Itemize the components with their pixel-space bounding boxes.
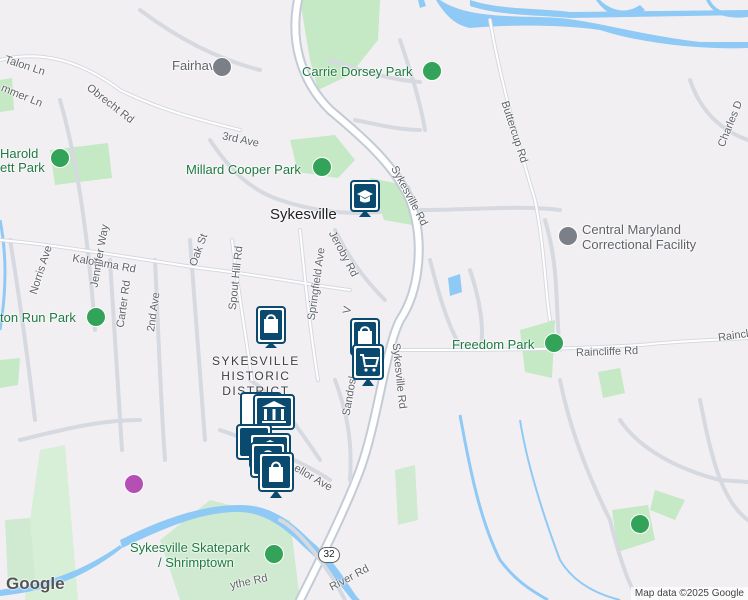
- poi-label-harold-2[interactable]: ett Park: [0, 160, 45, 175]
- school-icon: [350, 180, 380, 217]
- poi-label-millard-cooper-park[interactable]: Millard Cooper Park: [186, 162, 301, 177]
- shopping-cart-icon: [352, 344, 384, 386]
- school-pin[interactable]: [350, 180, 380, 217]
- poi-label-central-maryland-1[interactable]: Central Maryland: [582, 222, 681, 237]
- district-line-1: SYKESVILLE: [212, 354, 300, 368]
- place-of-worship-icon[interactable]: [212, 57, 232, 77]
- park-tree-icon[interactable]: [312, 157, 332, 177]
- grocery-pin[interactable]: [352, 344, 384, 386]
- town-label: Sykesville: [270, 206, 337, 223]
- store-pin-1[interactable]: [256, 306, 286, 348]
- route-32-shield: 32: [318, 547, 340, 563]
- sports-field-icon[interactable]: [630, 514, 650, 534]
- google-logo[interactable]: Google: [6, 574, 65, 594]
- bank-pin-1[interactable]: [240, 392, 295, 430]
- poi-label-skatepark-2[interactable]: / Shrimptown: [158, 555, 234, 570]
- poi-label-harold[interactable]: Harold: [0, 146, 38, 161]
- map-base-layer: [0, 0, 748, 600]
- poi-label-skatepark-1[interactable]: Sykesville Skatepark: [130, 540, 250, 555]
- poi-label-carrie-dorsey-park[interactable]: Carrie Dorsey Park: [302, 64, 413, 79]
- park-tree-icon[interactable]: [422, 61, 442, 81]
- poi-label-piney-run-park[interactable]: ton Run Park: [0, 310, 76, 325]
- government-building-icon[interactable]: [558, 226, 578, 246]
- map-canvas[interactable]: Talon Ln mmer Ln Obrecht Rd 3rd Ave Butt…: [0, 0, 748, 600]
- museum-icon[interactable]: [124, 474, 144, 494]
- store-pin-4[interactable]: [258, 452, 294, 498]
- district-line-2: HISTORIC: [221, 369, 291, 383]
- park-tree-icon[interactable]: [86, 307, 106, 327]
- shopping-bag-icon: [258, 452, 294, 498]
- skatepark-icon[interactable]: [264, 544, 284, 564]
- poi-label-freedom-park[interactable]: Freedom Park: [452, 337, 534, 352]
- shopping-bag-icon: [256, 306, 286, 348]
- park-tree-icon[interactable]: [50, 148, 70, 168]
- poi-label-central-maryland-2[interactable]: Correctional Facility: [582, 237, 696, 252]
- park-tree-icon[interactable]: [544, 333, 564, 353]
- road-label-raincliffe: Raincliffe Rd: [575, 344, 639, 360]
- map-attribution[interactable]: Map data ©2025 Google: [630, 587, 748, 600]
